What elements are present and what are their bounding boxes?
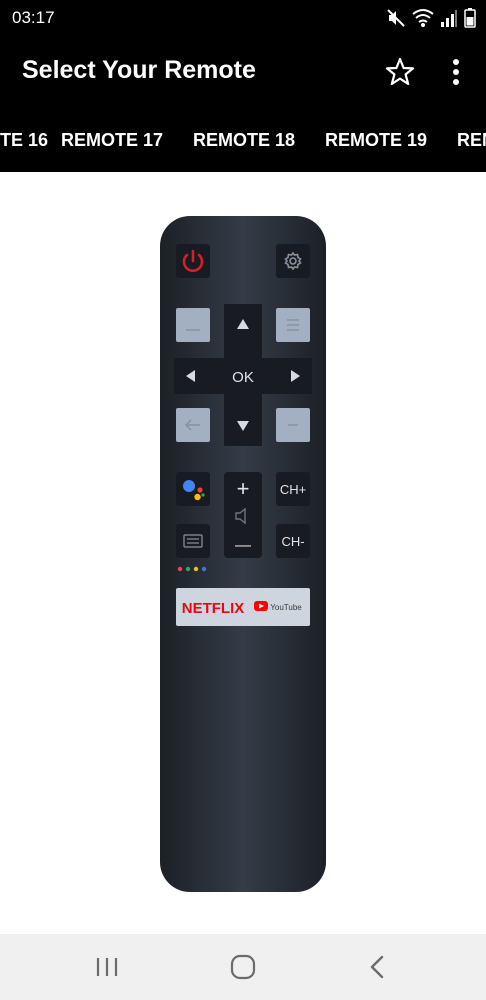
dpad-left-button[interactable] (180, 364, 202, 388)
home-icon (230, 954, 256, 980)
back-remote-button[interactable] (176, 408, 210, 442)
home-remote-button[interactable] (176, 308, 210, 342)
remote-tabs: REMOTE 16 REMOTE 17 REMOTE 18 REMOTE 19 … (0, 108, 486, 172)
favorite-button[interactable] (384, 56, 416, 88)
dpad-down-button[interactable] (230, 414, 256, 436)
remote-control: OK + — CH+ CH- NETFLIX YouTube (160, 216, 326, 892)
youtube-button[interactable]: YouTube (250, 590, 308, 624)
green-dot-button[interactable] (185, 566, 191, 572)
more-vert-icon (453, 59, 459, 85)
color-buttons (177, 566, 207, 572)
dpad-up-button[interactable] (230, 314, 256, 336)
volume-down-button[interactable]: — (224, 530, 262, 558)
signal-icon (441, 10, 457, 27)
arrow-down-icon (237, 421, 249, 431)
youtube-logo: YouTube (270, 603, 302, 612)
star-icon (385, 57, 415, 86)
channel-down-label: CH- (281, 534, 304, 549)
recents-button[interactable] (89, 952, 125, 982)
battery-icon (464, 8, 476, 28)
arrow-left-icon (186, 370, 195, 382)
channel-down-button[interactable]: CH- (276, 524, 310, 558)
red-dot-button[interactable] (177, 566, 183, 572)
arrow-up-icon (237, 319, 249, 329)
recents-icon (96, 958, 118, 976)
power-button[interactable] (176, 244, 210, 278)
channel-up-button[interactable]: CH+ (276, 472, 310, 506)
status-bar: 03:17 (0, 0, 486, 36)
keyboard-button[interactable] (176, 524, 210, 558)
menu-remote-button[interactable] (276, 308, 310, 342)
volume-up-label: + (237, 476, 250, 501)
mute-icon (387, 9, 405, 27)
volume-up-button[interactable]: + (224, 474, 262, 502)
settings-button[interactable] (276, 244, 310, 278)
speaker-icon (235, 507, 246, 525)
status-time: 03:17 (12, 8, 55, 27)
ok-button[interactable]: OK (224, 362, 262, 390)
system-nav-bar (0, 934, 486, 1000)
google-assistant-button[interactable] (176, 472, 210, 506)
back-icon (370, 955, 384, 979)
tab-remote-19[interactable]: REMOTE 19 (325, 130, 427, 151)
home-button[interactable] (225, 952, 261, 982)
back-button[interactable] (360, 952, 396, 982)
status-icons (386, 6, 476, 30)
tab-remote-18[interactable]: REMOTE 18 (193, 130, 295, 151)
page-title: Select Your Remote (22, 56, 256, 84)
tab-remote-16[interactable]: REMOTE 16 (0, 130, 48, 151)
volume-down-label: — (235, 537, 251, 554)
arrow-right-icon (291, 370, 300, 382)
app-bar: Select Your Remote (0, 36, 486, 108)
blue-dot-button[interactable] (201, 566, 207, 572)
tab-remote-20[interactable]: REMOTE 20 (457, 130, 486, 151)
yellow-dot-button[interactable] (193, 566, 199, 572)
netflix-logo: NETFLIX (182, 600, 245, 617)
youtube-icon (254, 601, 268, 611)
info-remote-button[interactable] (276, 408, 310, 442)
tab-remote-17[interactable]: REMOTE 17 (61, 130, 163, 151)
dpad-right-button[interactable] (284, 364, 306, 388)
ok-label: OK (232, 369, 254, 386)
channel-up-label: CH+ (280, 482, 306, 497)
netflix-button[interactable]: NETFLIX (178, 590, 248, 624)
more-options-button[interactable] (442, 56, 470, 88)
wifi-icon (412, 9, 434, 27)
